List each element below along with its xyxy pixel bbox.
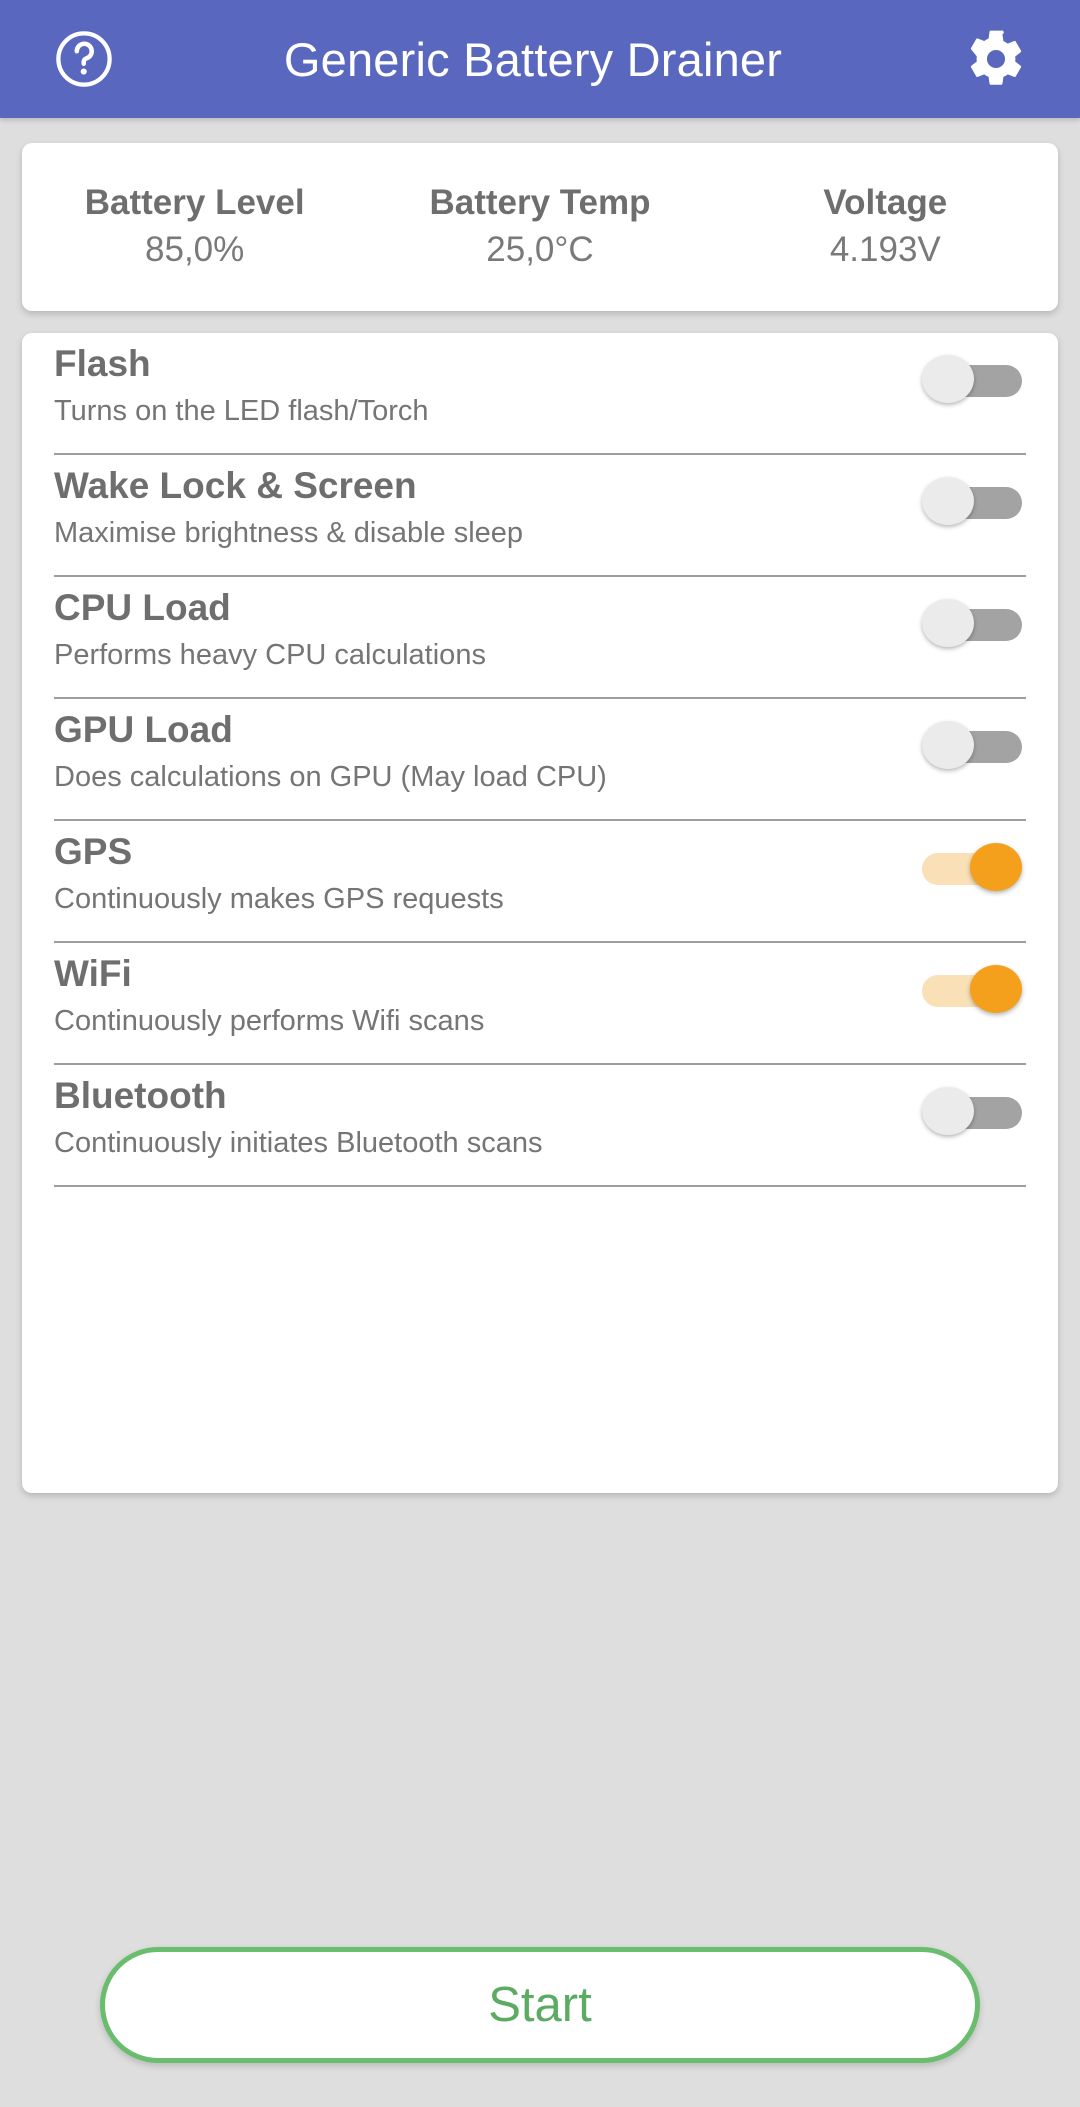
app-bar: Generic Battery Drainer (0, 0, 1080, 118)
start-button[interactable]: Start (100, 1947, 980, 2063)
table-row[interactable]: Wake Lock & Screen Maximise brightness &… (54, 455, 1026, 577)
gear-icon (970, 30, 1022, 85)
table-row[interactable]: CPU Load Performs heavy CPU calculations (54, 577, 1026, 699)
option-subtitle: Continuously initiates Bluetooth scans (54, 1126, 543, 1159)
toggle-bluetooth[interactable] (922, 1087, 1022, 1135)
option-subtitle: Maximise brightness & disable sleep (54, 516, 524, 549)
table-row[interactable]: GPS Continuously makes GPS requests (54, 821, 1026, 943)
toggle-wifi[interactable] (922, 965, 1022, 1013)
status-label: Voltage (823, 182, 948, 222)
battery-status-card: Battery Level 85,0% Battery Temp 25,0°C … (22, 143, 1058, 311)
drainer-options-card: Flash Turns on the LED flash/Torch Wake … (22, 333, 1058, 1493)
option-title: GPU Load (54, 709, 233, 750)
table-row[interactable]: WiFi Continuously performs Wifi scans (54, 943, 1026, 1065)
option-subtitle: Performs heavy CPU calculations (54, 638, 486, 671)
toggle-wake-lock-and-screen[interactable] (922, 477, 1022, 525)
option-title: Bluetooth (54, 1075, 227, 1116)
toggle-gpu-load[interactable] (922, 721, 1022, 769)
row-text: Flash Turns on the LED flash/Torch (54, 333, 922, 431)
table-row[interactable]: Bluetooth Continuously initiates Bluetoo… (54, 1065, 1026, 1187)
option-title: CPU Load (54, 587, 231, 628)
toggle-thumb (922, 721, 974, 769)
option-subtitle: Continuously makes GPS requests (54, 882, 504, 915)
row-text: CPU Load Performs heavy CPU calculations (54, 577, 922, 675)
toggle-cpu-load[interactable] (922, 599, 1022, 647)
toggle-thumb (922, 355, 974, 403)
status-cell-voltage: Voltage 4.193V (713, 182, 1058, 273)
option-title: Wake Lock & Screen (54, 465, 417, 506)
row-text: WiFi Continuously performs Wifi scans (54, 943, 922, 1041)
toggle-flash[interactable] (922, 355, 1022, 403)
row-text: Bluetooth Continuously initiates Bluetoo… (54, 1065, 922, 1163)
row-text: GPS Continuously makes GPS requests (54, 821, 922, 919)
toggle-thumb (922, 477, 974, 525)
page-title: Generic Battery Drainer (283, 32, 783, 86)
table-row[interactable]: Flash Turns on the LED flash/Torch (54, 333, 1026, 455)
toggle-thumb (970, 965, 1022, 1013)
toggle-thumb (922, 599, 974, 647)
row-text: GPU Load Does calculations on GPU (May l… (54, 699, 922, 797)
status-value: 4.193V (829, 229, 941, 269)
toggle-thumb (922, 1087, 974, 1135)
settings-button[interactable] (948, 11, 1044, 107)
status-value: 25,0°C (486, 229, 594, 269)
option-subtitle: Does calculations on GPU (May load CPU) (54, 760, 607, 793)
status-cell-battery-temp: Battery Temp 25,0°C (367, 182, 712, 273)
status-label: Battery Level (84, 182, 305, 222)
table-row[interactable]: GPU Load Does calculations on GPU (May l… (54, 699, 1026, 821)
toggle-thumb (970, 843, 1022, 891)
toggle-gps[interactable] (922, 843, 1022, 891)
row-text: Wake Lock & Screen Maximise brightness &… (54, 455, 922, 553)
option-title: Flash (54, 343, 151, 384)
help-circle-icon (56, 31, 112, 87)
status-label: Battery Temp (429, 182, 651, 222)
status-cell-battery-level: Battery Level 85,0% (22, 182, 367, 273)
status-value: 85,0% (145, 229, 245, 269)
option-subtitle: Turns on the LED flash/Torch (54, 394, 429, 427)
option-title: WiFi (54, 953, 132, 994)
action-bar: Start (0, 1903, 1080, 2107)
option-subtitle: Continuously performs Wifi scans (54, 1004, 485, 1037)
option-title: GPS (54, 831, 133, 872)
